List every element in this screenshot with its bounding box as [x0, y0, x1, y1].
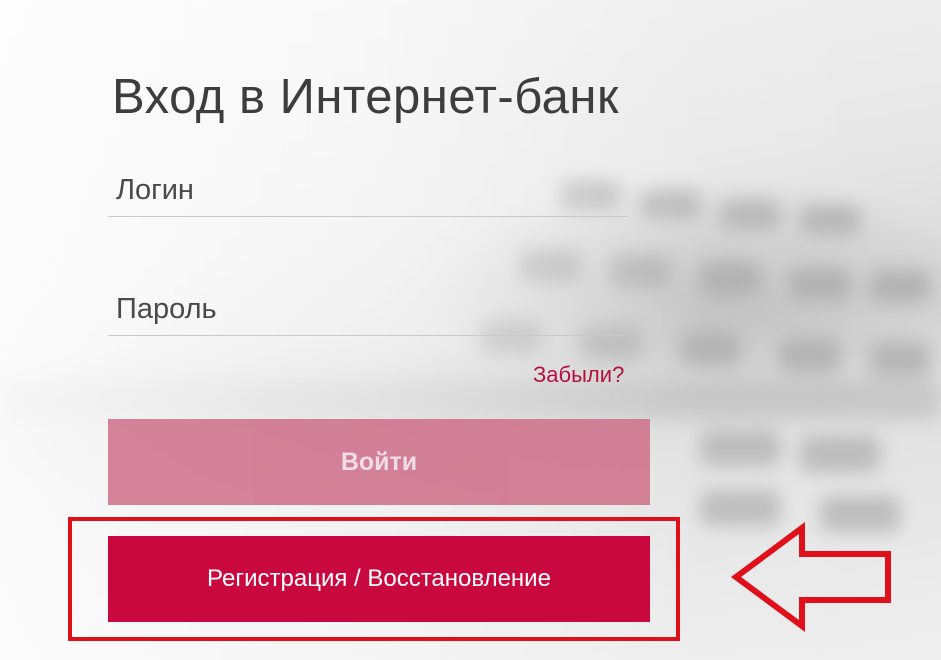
login-input[interactable]: [108, 164, 628, 216]
login-field[interactable]: [108, 164, 628, 217]
password-input[interactable]: [108, 283, 628, 335]
register-restore-button[interactable]: Регистрация / Восстановление: [108, 536, 650, 622]
login-button[interactable]: Войти: [108, 419, 650, 505]
page-title: Вход в Интернет-банк: [112, 69, 619, 124]
password-field[interactable]: [108, 283, 628, 336]
forgot-password-link[interactable]: Забыли?: [533, 362, 624, 388]
arrow-left-outline-icon: [730, 522, 891, 632]
